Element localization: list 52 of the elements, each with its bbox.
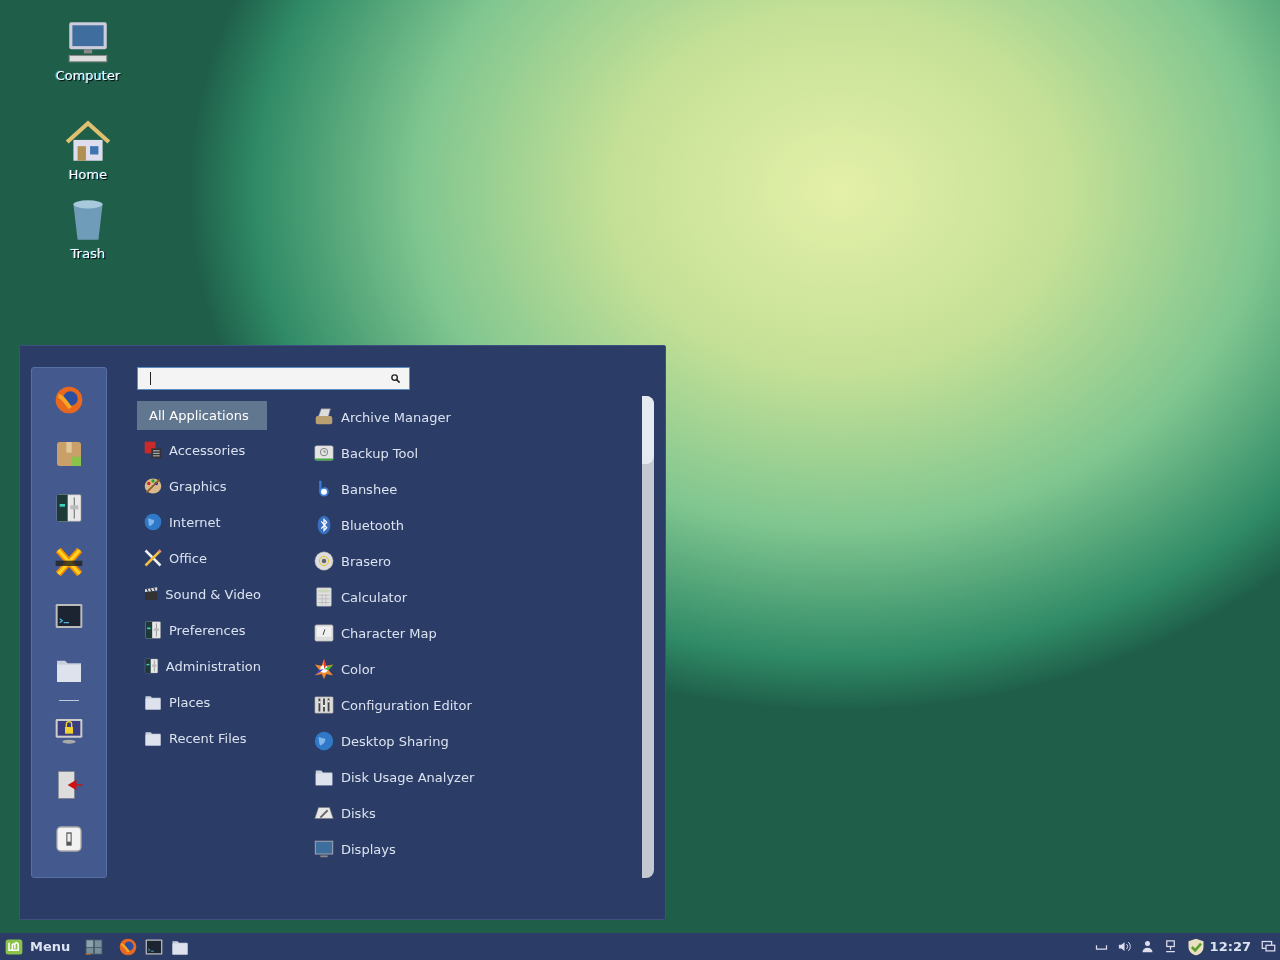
category-item[interactable]: All Applications	[137, 401, 267, 430]
app-item[interactable]: Backup Tool	[341, 445, 419, 461]
app-item[interactable]: Disks	[341, 805, 376, 821]
app-item[interactable]: Archive Manager	[341, 409, 451, 425]
category-item[interactable]: Sound & Video	[137, 578, 267, 610]
show-desktop-icon[interactable]	[1261, 939, 1276, 954]
globe-icon	[143, 512, 163, 532]
app-item[interactable]: Character Map	[341, 625, 437, 641]
category-item[interactable]: Places	[137, 686, 267, 718]
category-item[interactable]: Accessories	[137, 434, 267, 466]
desktop-icon-label[interactable]: Trash	[70, 246, 106, 261]
app-item[interactable]: Calculator	[341, 589, 407, 605]
app-item[interactable]: Color	[341, 661, 375, 677]
app-item[interactable]: Brasero	[341, 553, 391, 569]
slider-panel-icon	[143, 620, 163, 640]
category-item[interactable]: Office	[137, 542, 267, 574]
app-item[interactable]: Bluetooth	[341, 517, 405, 533]
category-item[interactable]: Recent Files	[137, 722, 267, 754]
pencil-ruler-icon	[143, 548, 163, 568]
monitor-icon	[313, 838, 335, 860]
app-item[interactable]: Configuration Editor	[341, 697, 472, 713]
browser-icon[interactable]	[53, 384, 85, 416]
clock[interactable]: 12:27	[1209, 939, 1251, 954]
category-item[interactable]: Preferences	[137, 614, 267, 646]
category-item[interactable]: Internet	[137, 506, 267, 538]
search-icon	[390, 373, 401, 384]
speaker-icon[interactable]	[1116, 939, 1132, 954]
globe-icon	[313, 730, 335, 752]
clock-drive-icon	[313, 442, 335, 464]
app-item[interactable]: Displays	[341, 841, 396, 857]
scrollbar[interactable]	[642, 396, 654, 878]
letter-key-icon	[313, 622, 335, 644]
slider-panel-icon[interactable]	[53, 492, 85, 524]
app-item[interactable]: Disk Usage Analyzer	[341, 769, 475, 785]
app-item[interactable]: Banshee	[341, 481, 398, 497]
menu-button[interactable]: Menu	[4, 936, 77, 957]
palette-icon	[143, 476, 163, 496]
book-calculator-icon	[143, 440, 163, 460]
mixer-icon	[313, 694, 335, 716]
category-item[interactable]: Administration	[137, 650, 267, 682]
calculator-icon	[313, 586, 335, 608]
power-switch-icon[interactable]	[53, 823, 85, 855]
disc-icon	[313, 550, 335, 572]
slider-panel-icon	[143, 656, 160, 676]
color-star-icon	[313, 658, 335, 680]
desktop-icon-label[interactable]: Home	[68, 167, 108, 182]
chat-cross-icon[interactable]	[53, 546, 85, 578]
app-item[interactable]: Desktop Sharing	[341, 733, 449, 749]
desktop-icon-label[interactable]: Computer	[55, 68, 121, 83]
category-item[interactable]: Graphics	[137, 470, 267, 502]
search-field[interactable]	[137, 367, 410, 390]
browser-icon[interactable]	[118, 936, 139, 957]
